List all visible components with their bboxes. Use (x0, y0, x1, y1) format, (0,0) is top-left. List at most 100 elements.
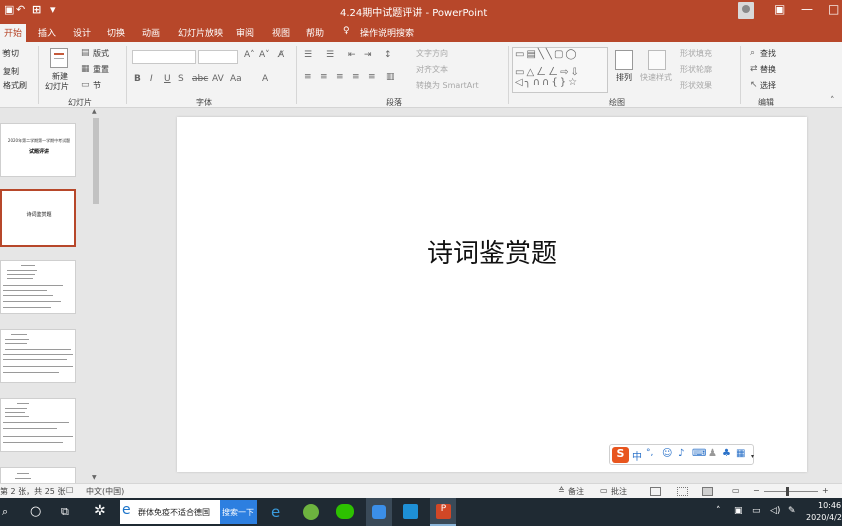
spellcheck-icon[interactable]: ☐ (66, 486, 73, 495)
slideshow-view-icon[interactable]: ▭ (732, 486, 740, 495)
justify-icon[interactable]: ≡ (352, 72, 360, 82)
font-color-icon[interactable]: A (262, 74, 268, 84)
arrange-button[interactable]: 排列 (616, 72, 632, 83)
section-button[interactable]: 节 (93, 80, 101, 91)
decrease-font-size-icon[interactable]: A˅ (259, 50, 270, 60)
slide-thumbnail-4[interactable] (0, 329, 76, 383)
copy-button[interactable]: 复制 (3, 66, 19, 77)
distributed-icon[interactable]: ≡ (368, 72, 376, 82)
ime-menu-icon[interactable]: ▾ (751, 453, 754, 460)
tab-help[interactable]: 帮助 (306, 26, 324, 39)
taskbar-search-box[interactable]: e 群体免疫不适合德国 (120, 500, 220, 524)
find-button[interactable]: 查找 (760, 48, 776, 59)
save-icon[interactable]: ▣ (4, 3, 14, 16)
reading-view-icon[interactable] (702, 487, 713, 496)
zoom-in-icon[interactable]: + (822, 486, 829, 495)
task-view-icon[interactable]: ⧉ (61, 505, 69, 519)
ribbon-display-options-icon[interactable]: ▣ (774, 2, 785, 16)
slide-canvas[interactable]: 诗词鉴赏题 (177, 117, 807, 472)
camera-app-icon[interactable] (403, 504, 418, 519)
customize-quick-access-icon[interactable]: ▾ (50, 3, 56, 16)
tray-expand-icon[interactable]: ˄ (716, 506, 721, 516)
tab-animations[interactable]: 动画 (142, 26, 160, 39)
toolbox-icon[interactable]: ▦ (736, 448, 745, 459)
bullets-icon[interactable]: ☰ (304, 50, 312, 60)
taskbar-search-text[interactable]: 群体免疫不适合德国 (138, 507, 210, 518)
tray-app-icon[interactable]: ▣ (734, 506, 743, 516)
select-button[interactable]: 选择 (760, 80, 776, 91)
font-size-combo[interactable] (198, 50, 238, 64)
text-direction-button[interactable]: 文字方向 (416, 48, 448, 59)
reset-button[interactable]: 重置 (93, 64, 109, 75)
slide-thumbnail-6[interactable] (0, 467, 76, 483)
microphone-icon[interactable]: ♪ (678, 448, 684, 459)
slide-thumbnail-5[interactable] (0, 398, 76, 452)
bold-icon[interactable]: B (134, 74, 141, 84)
volume-icon[interactable]: ◁) (770, 506, 780, 516)
increase-font-size-icon[interactable]: A˄ (244, 50, 255, 60)
zoom-slider[interactable] (764, 491, 818, 492)
collapse-ribbon-icon[interactable]: ˄ (830, 96, 835, 106)
keyboard-icon[interactable]: ⌨ (692, 448, 706, 459)
increase-indent-icon[interactable]: ⇥ (364, 50, 372, 60)
search-icon[interactable]: ⌕ (2, 505, 8, 519)
undo-icon[interactable]: ↶ (16, 3, 25, 16)
emoji-icon[interactable]: ☺ (662, 448, 672, 459)
tab-transitions[interactable]: 切换 (107, 26, 125, 39)
change-case-icon[interactable]: Aa (230, 74, 242, 84)
cortana-icon[interactable]: ○ (30, 504, 41, 519)
quick-styles-button[interactable]: 快速样式 (640, 72, 672, 83)
ime-toolbar[interactable]: S 中 °, ☺ ♪ ⌨ ♟ ♣ ▦ ▾ (609, 444, 754, 465)
shape-fill-button[interactable]: 形状填充 (680, 48, 712, 59)
account-avatar[interactable] (738, 2, 754, 19)
comments-button[interactable]: 批注 (611, 486, 627, 497)
replace-button[interactable]: 替换 (760, 64, 776, 75)
text-shadow-icon[interactable]: S (178, 74, 184, 84)
slide-thumbnail-1[interactable]: 2020年第二学期第一学期中考试题 试题评讲 (0, 123, 76, 177)
app-pinwheel-icon[interactable]: ✲ (94, 503, 106, 519)
columns-icon[interactable]: ▥ (386, 72, 395, 82)
italic-icon[interactable]: I (150, 74, 153, 84)
shape-effects-button[interactable]: 形状效果 (680, 80, 712, 91)
tab-slideshow[interactable]: 幻灯片放映 (178, 26, 223, 39)
sogou-logo-icon[interactable]: S (612, 447, 629, 463)
minimize-icon[interactable]: — (801, 2, 813, 16)
slide-thumbnail-3[interactable] (0, 260, 76, 314)
ime-mode-toggle[interactable]: 中 (632, 448, 642, 463)
font-name-combo[interactable] (132, 50, 196, 64)
cut-button[interactable]: 剪切 (3, 48, 19, 59)
layout-button[interactable]: 版式 (93, 48, 109, 59)
notes-button[interactable]: 备注 (568, 486, 584, 497)
slide-thumbnail-2[interactable]: 诗词鉴赏题 (0, 189, 76, 247)
underline-icon[interactable]: U (164, 74, 171, 84)
shapes-gallery[interactable]: ▭▤╲╲▢◯ ▭△ㄥㄥ⇨⇩ ◁╮∩∩{}☆ (512, 47, 608, 93)
scroll-down-icon[interactable]: ▼ (92, 474, 97, 481)
scrollbar-thumb[interactable] (93, 118, 99, 204)
slide-counter[interactable]: 第 2 张，共 25 张 (0, 486, 65, 497)
new-slide-icon[interactable] (50, 48, 68, 68)
zoom-slider-handle[interactable] (786, 487, 789, 496)
scroll-up-icon[interactable]: ▲ (92, 108, 97, 115)
clock-date[interactable]: 2020/4/2 (806, 513, 842, 522)
line-spacing-icon[interactable]: ↕ (384, 50, 392, 60)
tab-insert[interactable]: 插入 (38, 26, 56, 39)
taskbar-powerpoint[interactable]: P (430, 498, 456, 526)
tab-design[interactable]: 设计 (73, 26, 91, 39)
arrange-icon[interactable] (615, 50, 633, 70)
quick-styles-icon[interactable] (648, 50, 666, 70)
align-text-button[interactable]: 对齐文本 (416, 64, 448, 75)
skin-icon[interactable]: ♣ (722, 448, 731, 459)
taskbar-active-app[interactable] (366, 498, 392, 526)
numbering-icon[interactable]: ☰ (326, 50, 334, 60)
tell-me-search[interactable]: 操作说明搜索 (360, 26, 414, 39)
taskbar-search-button[interactable]: 搜索一下 (220, 500, 257, 524)
clear-formatting-icon[interactable]: A̸ (278, 50, 284, 60)
shape-outline-button[interactable]: 形状轮廓 (680, 64, 712, 75)
clock-time[interactable]: 10:46 (818, 501, 841, 510)
present-from-start-icon[interactable]: ⊞ (32, 3, 41, 16)
slide-sorter-view-icon[interactable] (677, 487, 688, 496)
edge-icon[interactable]: e (271, 503, 280, 521)
network-icon[interactable]: ▭ (752, 506, 761, 516)
language-indicator[interactable]: 中文(中国) (86, 486, 124, 497)
decrease-indent-icon[interactable]: ⇤ (348, 50, 356, 60)
